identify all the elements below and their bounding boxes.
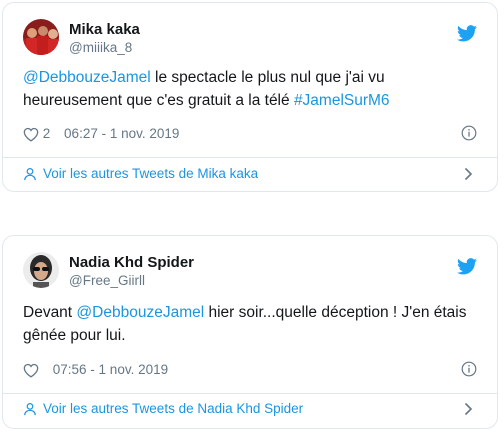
tweet-time[interactable]: 06:27 - 1 nov. 2019 [64, 126, 179, 141]
author-name[interactable]: Nadia Khd Spider [69, 254, 194, 272]
tweet-text: @DebbouzeJamel le spectacle le plus nul … [23, 66, 479, 112]
tweet-card-1[interactable]: Mika kaka @miiika_8 @DebbouzeJamel le sp… [2, 2, 498, 192]
tweet-text-prefix: Devant [23, 304, 77, 321]
heart-icon[interactable] [23, 363, 39, 378]
divider [3, 157, 497, 158]
divider [3, 393, 497, 394]
tweet-text-line2: gênée pour lui. [23, 327, 126, 344]
tweet-header: Mika kaka @miiika_8 [23, 19, 481, 59]
more-tweets-label: Voir les autres Tweets de Nadia Khd Spid… [43, 401, 304, 416]
more-tweets-link[interactable]: Voir les autres Tweets de Nadia Khd Spid… [23, 398, 477, 420]
info-icon[interactable] [461, 361, 477, 377]
tweet-meta: 2 06:27 - 1 nov. 2019 [23, 124, 477, 144]
author-handle[interactable]: @Free_Giirll [69, 272, 194, 290]
author-handle[interactable]: @miiika_8 [69, 39, 140, 57]
tweet-header: Nadia Khd Spider @Free_Giirll [23, 252, 481, 292]
tweet-meta: 07:56 - 1 nov. 2019 [23, 360, 477, 380]
chevron-right-icon [464, 167, 473, 181]
more-tweets-link[interactable]: Voir les autres Tweets de Mika kaka [23, 163, 477, 185]
tweet-text-line2: heureusement que c'es gratuit a la télé [23, 92, 294, 109]
hashtag-link[interactable]: #JamelSurM6 [294, 92, 390, 109]
twitter-bird-icon[interactable] [457, 25, 477, 42]
tweet-text-line1: hier soir...quelle déception ! J'en étai… [204, 304, 467, 321]
author-name[interactable]: Mika kaka [69, 21, 140, 39]
mention-link[interactable]: @DebbouzeJamel [76, 304, 204, 321]
heart-icon[interactable] [23, 127, 39, 142]
person-icon [24, 168, 36, 181]
tweet-time[interactable]: 07:56 - 1 nov. 2019 [53, 362, 168, 377]
mention-link[interactable]: @DebbouzeJamel [23, 69, 151, 86]
info-icon[interactable] [461, 125, 477, 141]
chevron-right-icon [464, 402, 473, 416]
tweet-text: Devant @DebbouzeJamel hier soir...quelle… [23, 301, 479, 347]
avatar[interactable] [23, 19, 59, 55]
like-count[interactable]: 2 [43, 126, 51, 141]
avatar[interactable] [23, 252, 59, 288]
more-tweets-label: Voir les autres Tweets de Mika kaka [43, 166, 259, 181]
tweet-card-2[interactable]: Nadia Khd Spider @Free_Giirll Devant @De… [2, 235, 498, 429]
twitter-bird-icon[interactable] [457, 258, 477, 275]
person-icon [24, 403, 36, 416]
tweet-text-line1: le spectacle le plus nul que j'ai vu [150, 69, 385, 86]
